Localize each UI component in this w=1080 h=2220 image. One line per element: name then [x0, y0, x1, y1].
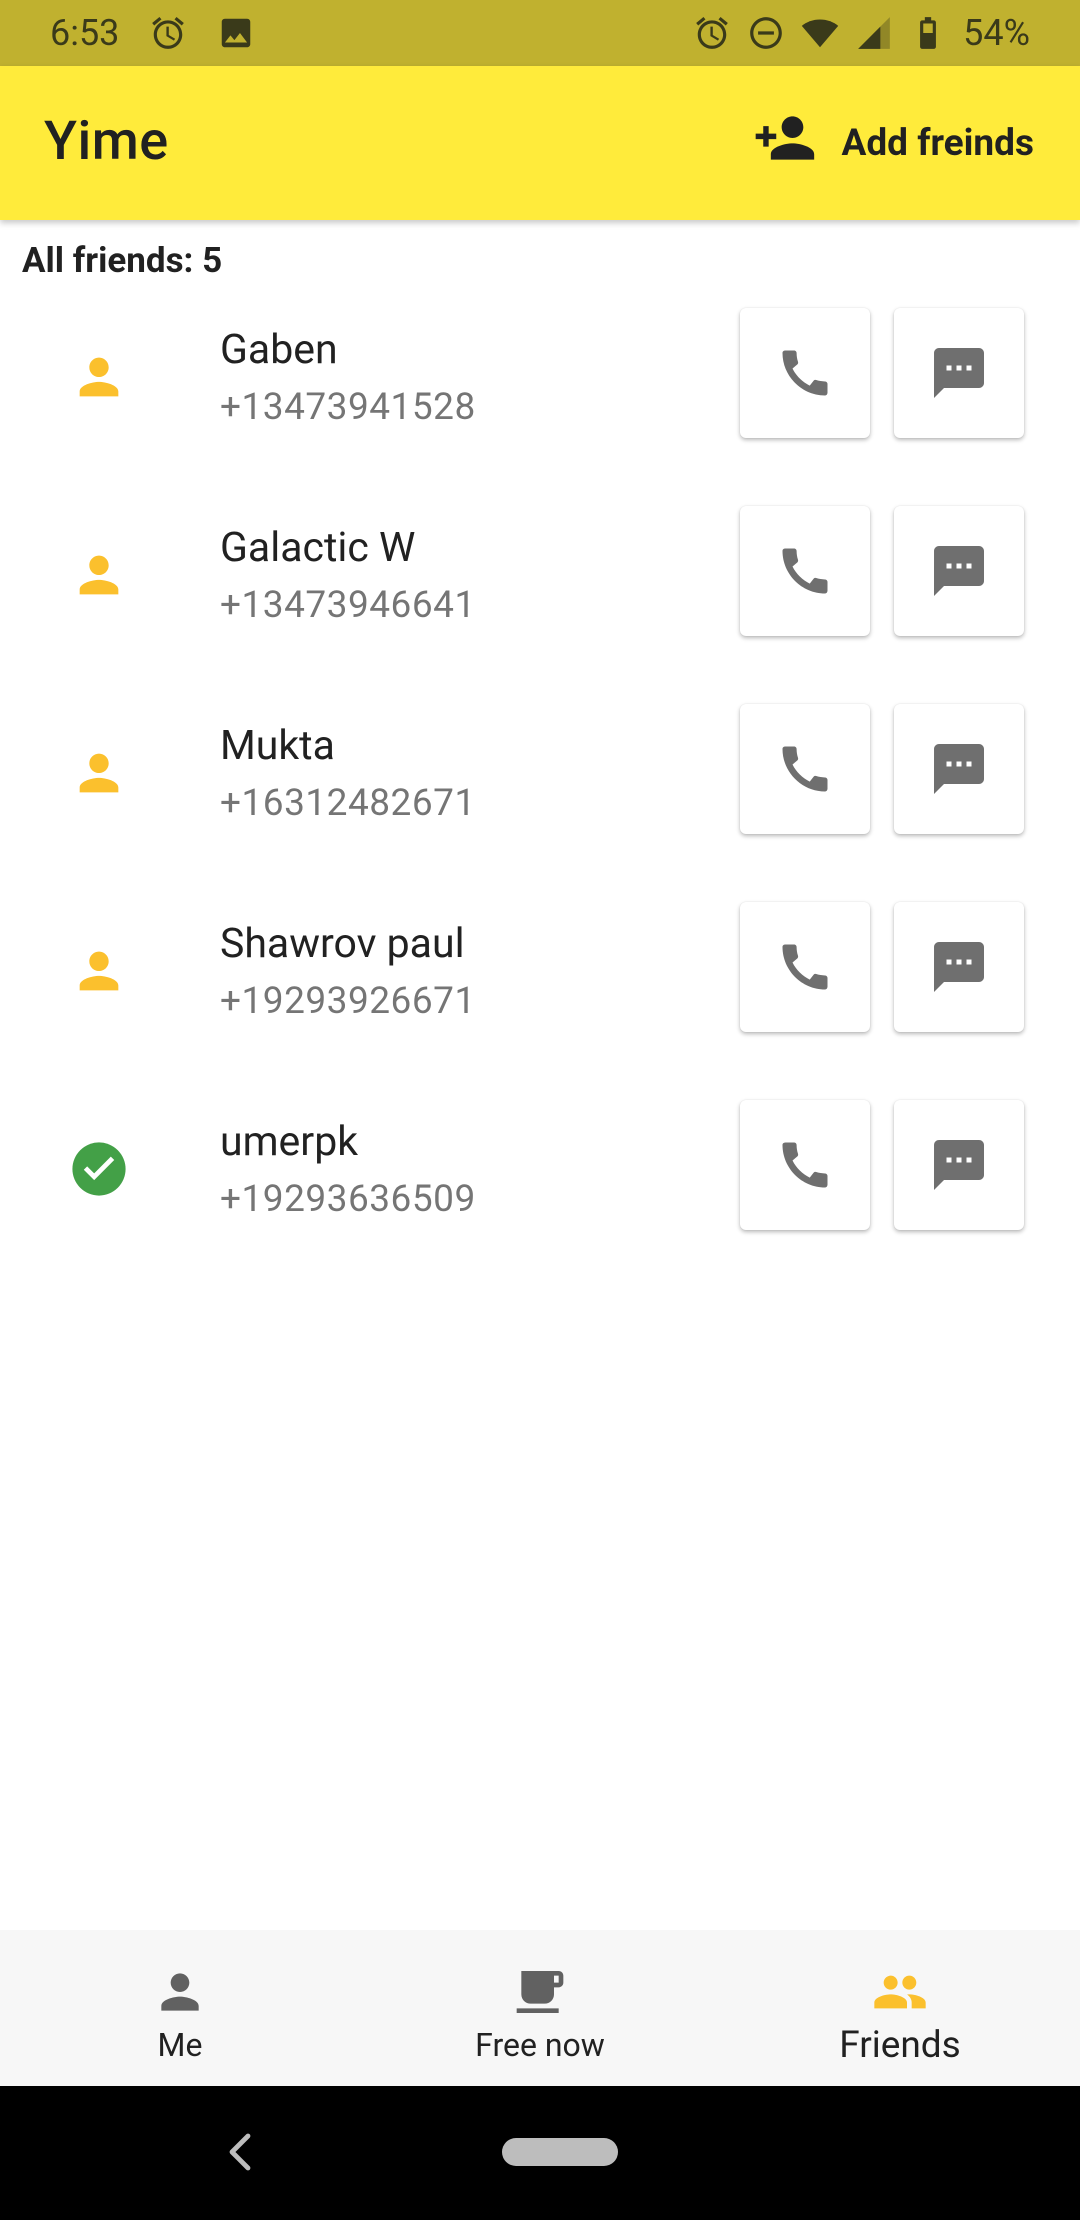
- friend-name: Galactic W: [220, 524, 416, 572]
- phone-icon: [782, 746, 828, 792]
- friend-row[interactable]: Galactic W +13473946641: [0, 506, 1080, 704]
- status-bar: 6:53 54%: [0, 0, 1080, 66]
- system-navigation-bar: [0, 2086, 1080, 2220]
- call-button[interactable]: [740, 506, 870, 636]
- person-icon: [70, 348, 128, 406]
- friend-phone: +16312482671: [220, 782, 476, 825]
- friend-phone: +13473946641: [220, 584, 476, 627]
- phone-icon: [782, 548, 828, 594]
- back-icon[interactable]: [222, 2132, 258, 2172]
- phone-icon: [782, 350, 828, 396]
- friend-row[interactable]: Gaben +13473941528: [0, 308, 1080, 506]
- person-icon: [70, 744, 128, 802]
- friend-name: Mukta: [220, 722, 335, 770]
- sms-icon: [934, 942, 984, 992]
- call-button[interactable]: [740, 1100, 870, 1230]
- nav-label: Friends: [839, 2024, 961, 2067]
- friend-phone: +19293636509: [220, 1178, 476, 1221]
- image-icon: [217, 14, 255, 52]
- people-icon: [872, 1964, 928, 2020]
- friends-count: All friends: 5: [22, 240, 223, 281]
- friend-name: umerpk: [220, 1118, 358, 1166]
- home-button[interactable]: [502, 2138, 618, 2166]
- alarm-icon: [693, 14, 731, 52]
- nav-label: Me: [157, 2026, 203, 2064]
- sms-icon: [934, 744, 984, 794]
- battery-icon: [909, 14, 947, 52]
- status-bar-left: 6:53: [50, 0, 255, 66]
- message-button[interactable]: [894, 308, 1024, 438]
- friend-row[interactable]: Mukta +16312482671: [0, 704, 1080, 902]
- signal-icon: [855, 14, 893, 52]
- friend-row[interactable]: umerpk +19293636509: [0, 1100, 1080, 1298]
- status-bar-right: 54%: [693, 0, 1030, 66]
- bottom-navigation: Me Free now Friends: [0, 1930, 1080, 2086]
- alarm-icon: [149, 14, 187, 52]
- wifi-icon: [801, 14, 839, 52]
- person-icon: [70, 546, 128, 604]
- message-button[interactable]: [894, 1100, 1024, 1230]
- battery-percent: 54%: [963, 12, 1030, 54]
- call-button[interactable]: [740, 902, 870, 1032]
- person-icon: [70, 942, 128, 1000]
- message-button[interactable]: [894, 506, 1024, 636]
- status-time: 6:53: [50, 12, 120, 54]
- add-friends-label: Add freinds: [841, 121, 1034, 165]
- person-icon: [152, 1964, 208, 2020]
- message-button[interactable]: [894, 704, 1024, 834]
- friend-row[interactable]: Shawrov paul +19293926671: [0, 902, 1080, 1100]
- friend-name: Gaben: [220, 326, 338, 374]
- sms-icon: [934, 348, 984, 398]
- call-button[interactable]: [740, 308, 870, 438]
- person-add-icon: [753, 112, 819, 174]
- phone-icon: [782, 944, 828, 990]
- add-friends-button[interactable]: Add freinds: [753, 110, 1034, 176]
- sms-icon: [934, 546, 984, 596]
- phone-icon: [782, 1142, 828, 1188]
- nav-item-me[interactable]: Me: [0, 1930, 360, 2086]
- call-button[interactable]: [740, 704, 870, 834]
- nav-item-free-now[interactable]: Free now: [360, 1930, 720, 2086]
- friend-name: Shawrov paul: [220, 920, 465, 968]
- coffee-icon: [512, 1964, 568, 2020]
- app-title: Yime: [44, 110, 169, 173]
- nav-label: Free now: [475, 2026, 605, 2064]
- message-button[interactable]: [894, 902, 1024, 1032]
- friend-phone: +13473941528: [220, 386, 476, 429]
- nav-item-friends[interactable]: Friends: [720, 1930, 1080, 2086]
- friend-phone: +19293926671: [220, 980, 476, 1023]
- app-bar: Yime Add freinds: [0, 66, 1080, 220]
- sms-icon: [934, 1140, 984, 1190]
- check-circle-icon: [70, 1140, 128, 1198]
- do-not-disturb-icon: [747, 14, 785, 52]
